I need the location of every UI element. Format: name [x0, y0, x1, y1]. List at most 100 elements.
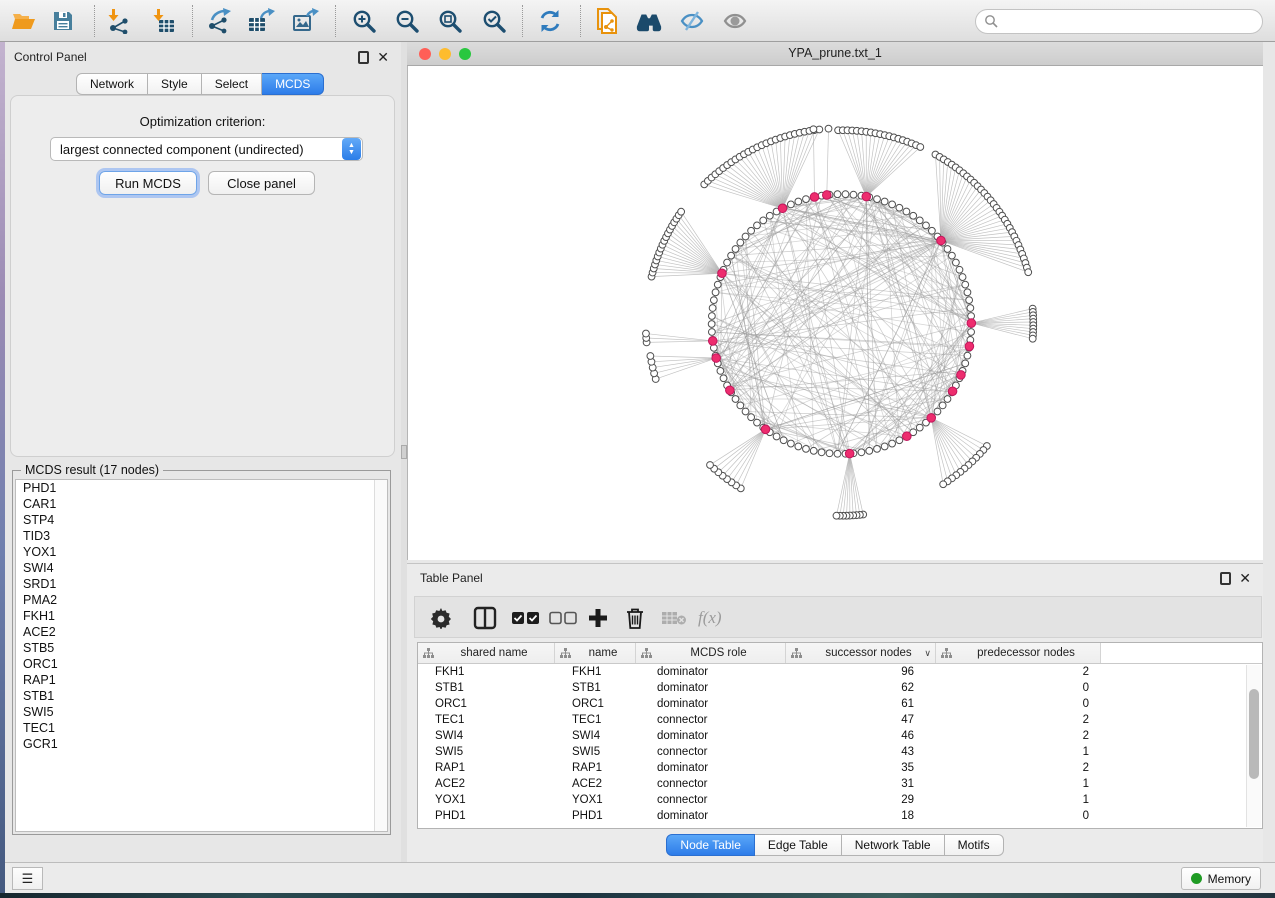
mcds-hub-node[interactable]	[967, 319, 976, 328]
import-network-icon[interactable]	[104, 7, 132, 35]
network-node[interactable]	[714, 281, 721, 288]
optimization-criterion-select[interactable]: largest connected component (undirected)…	[50, 137, 363, 161]
list-item[interactable]: SWI5	[16, 704, 387, 720]
search-network-icon[interactable]	[635, 7, 663, 35]
mcds-list-scrollbar[interactable]	[374, 480, 387, 831]
network-node[interactable]	[710, 297, 717, 304]
network-node[interactable]	[795, 198, 802, 205]
mcds-hub-node[interactable]	[845, 449, 854, 458]
show-graphics-icon[interactable]	[721, 7, 749, 35]
mcds-hub-node[interactable]	[927, 414, 936, 423]
network-node[interactable]	[826, 450, 833, 457]
network-node[interactable]	[962, 281, 969, 288]
tab-mcds[interactable]: MCDS	[262, 73, 324, 95]
network-node[interactable]	[787, 201, 794, 208]
network-node[interactable]	[834, 450, 841, 457]
network-node[interactable]	[903, 208, 910, 215]
network-node[interactable]	[748, 414, 755, 421]
network-node[interactable]	[810, 126, 817, 133]
network-node[interactable]	[780, 437, 787, 444]
column-header-successor-nodes[interactable]: successor nodes∨	[786, 643, 936, 663]
export-image-icon[interactable]	[292, 7, 320, 35]
network-node[interactable]	[959, 274, 966, 281]
tab-node-table[interactable]: Node Table	[666, 834, 755, 856]
zoom-out-icon[interactable]	[393, 7, 421, 35]
network-node[interactable]	[940, 481, 947, 488]
table-row[interactable]: YOX1YOX1connector291	[418, 792, 1262, 808]
network-node[interactable]	[803, 445, 810, 452]
list-item[interactable]: SWI4	[16, 560, 387, 576]
network-node[interactable]	[881, 443, 888, 450]
mcds-hub-node[interactable]	[708, 337, 717, 346]
network-node[interactable]	[944, 396, 951, 403]
list-item[interactable]: CAR1	[16, 496, 387, 512]
network-node[interactable]	[760, 217, 767, 224]
network-node[interactable]	[889, 201, 896, 208]
network-node[interactable]	[874, 196, 881, 203]
float-panel-icon[interactable]	[1220, 572, 1231, 585]
mcds-hub-node[interactable]	[778, 204, 787, 213]
network-node[interactable]	[720, 375, 727, 382]
network-node[interactable]	[923, 222, 930, 229]
list-item[interactable]: STB1	[16, 688, 387, 704]
network-node[interactable]	[643, 330, 650, 337]
delete-column-icon[interactable]	[625, 604, 645, 632]
network-node[interactable]	[825, 125, 832, 132]
list-item[interactable]: STB5	[16, 640, 387, 656]
tab-network[interactable]: Network	[76, 73, 148, 95]
tab-style[interactable]: Style	[148, 73, 202, 95]
table-row[interactable]: RAP1RAP1dominator352	[418, 760, 1262, 776]
network-node[interactable]	[889, 440, 896, 447]
zoom-in-icon[interactable]	[350, 7, 378, 35]
network-node[interactable]	[964, 289, 971, 296]
network-node[interactable]	[850, 191, 857, 198]
network-node[interactable]	[874, 445, 881, 452]
mcds-hub-node[interactable]	[937, 236, 946, 245]
network-node[interactable]	[964, 352, 971, 359]
network-node[interactable]	[754, 222, 761, 229]
network-node[interactable]	[708, 313, 715, 320]
network-node[interactable]	[773, 433, 780, 440]
network-node[interactable]	[858, 449, 865, 456]
list-item[interactable]: GCR1	[16, 736, 387, 752]
network-node[interactable]	[709, 305, 716, 312]
network-node[interactable]	[962, 360, 969, 367]
network-node[interactable]	[928, 227, 935, 234]
network-node[interactable]	[833, 512, 840, 519]
save-session-icon[interactable]	[49, 7, 77, 35]
network-node[interactable]	[717, 367, 724, 374]
list-item[interactable]: TID3	[16, 528, 387, 544]
close-panel-icon[interactable]: ✕	[1239, 572, 1251, 585]
network-node[interactable]	[732, 246, 739, 253]
network-node[interactable]	[737, 239, 744, 246]
network-node[interactable]	[939, 402, 946, 409]
column-header-shared-name[interactable]: shared name	[418, 643, 555, 663]
network-node[interactable]	[1029, 335, 1036, 342]
export-network-icon[interactable]	[206, 7, 234, 35]
tab-motifs[interactable]: Motifs	[945, 834, 1004, 856]
network-node[interactable]	[948, 252, 955, 259]
network-window-titlebar[interactable]: YPA_prune.txt_1	[407, 42, 1263, 66]
table-row[interactable]: PHD1PHD1dominator180	[418, 808, 1262, 824]
deselect-all-icon[interactable]	[549, 604, 577, 632]
add-column-icon[interactable]	[587, 604, 609, 632]
select-all-icon[interactable]	[512, 604, 540, 632]
network-node[interactable]	[1025, 269, 1032, 276]
network-node[interactable]	[748, 227, 755, 234]
table-row[interactable]: SWI5SWI5connector431	[418, 744, 1262, 760]
memory-button[interactable]: Memory	[1181, 867, 1261, 890]
refresh-view-icon[interactable]	[536, 7, 564, 35]
mcds-hub-node[interactable]	[903, 432, 912, 441]
network-node[interactable]	[967, 305, 974, 312]
mcds-hub-node[interactable]	[957, 371, 966, 380]
network-node[interactable]	[881, 198, 888, 205]
network-node[interactable]	[866, 447, 873, 454]
network-node[interactable]	[708, 321, 715, 328]
network-search-box[interactable]	[975, 9, 1263, 34]
network-node[interactable]	[966, 297, 973, 304]
list-item[interactable]: ACE2	[16, 624, 387, 640]
network-node[interactable]	[916, 217, 923, 224]
network-node[interactable]	[834, 191, 841, 198]
network-node[interactable]	[810, 447, 817, 454]
list-item[interactable]: YOX1	[16, 544, 387, 560]
